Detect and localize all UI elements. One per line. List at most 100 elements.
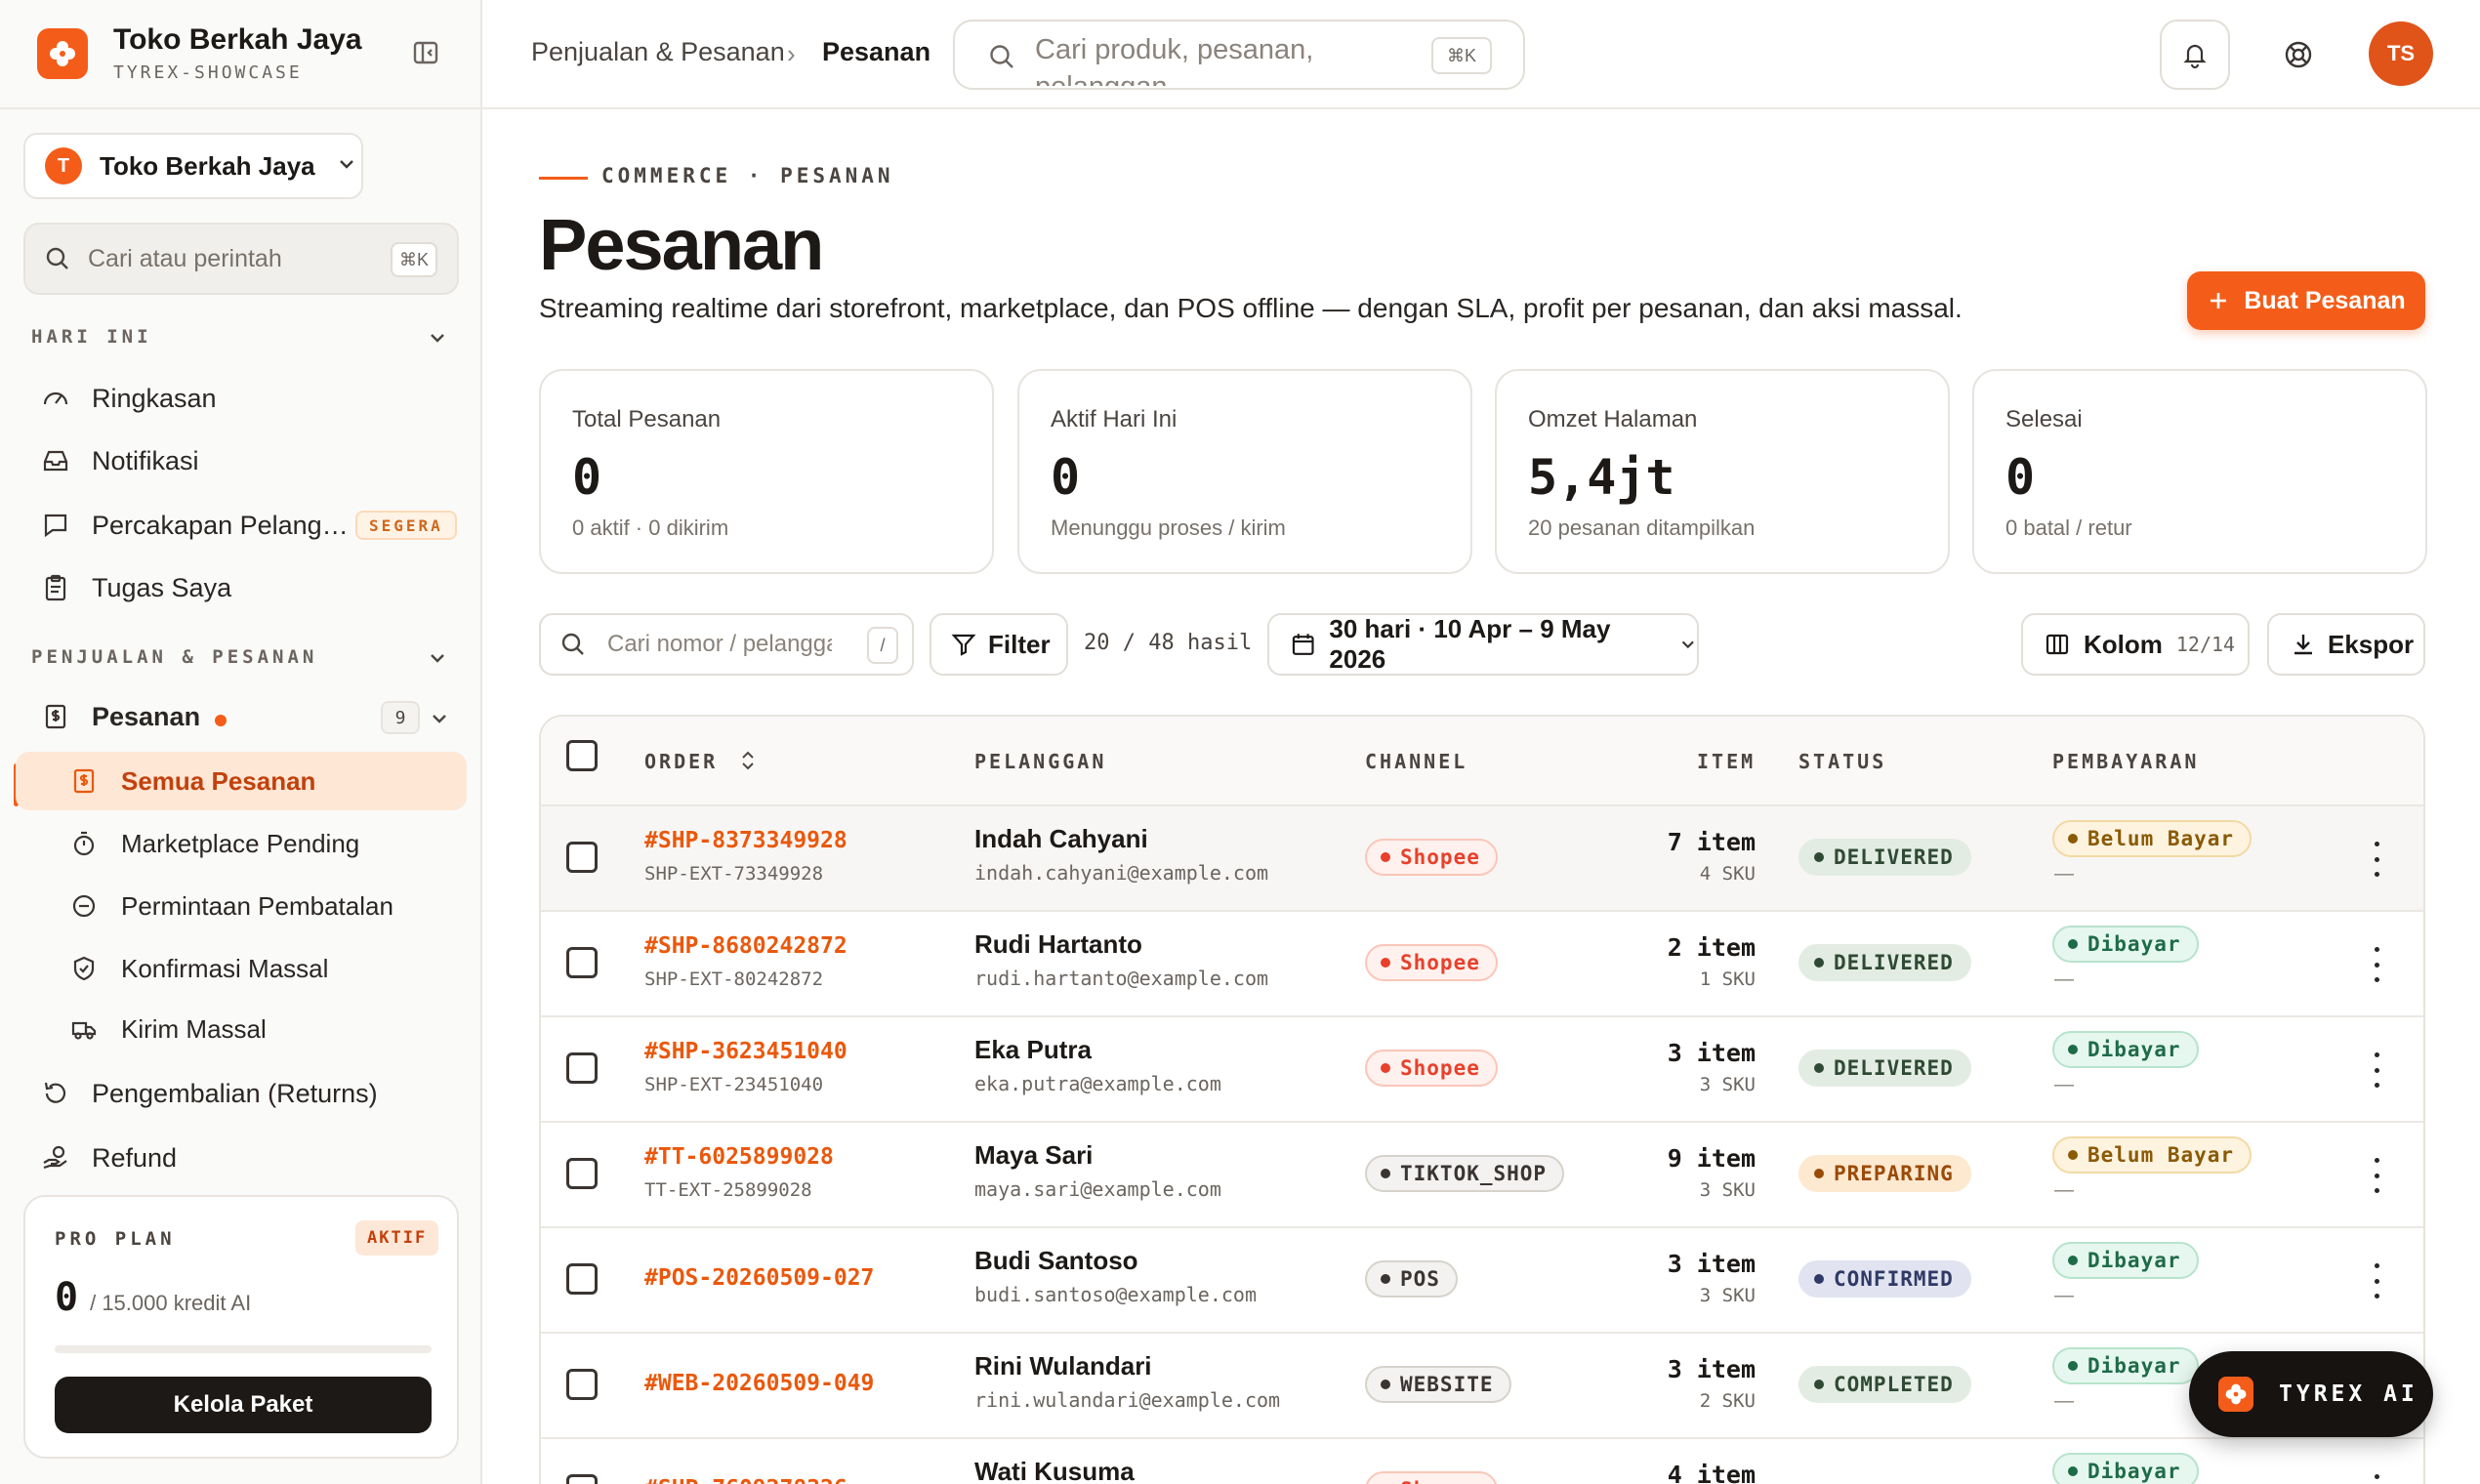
sidebar-item-pembatalan[interactable]: Permintaan Pembatalan	[16, 877, 467, 935]
chevron-down-icon[interactable]	[430, 709, 449, 733]
sidebar-search-input[interactable]: Cari atau perintah ⌘K	[23, 223, 459, 295]
status-badge: CONFIRMED	[1798, 1260, 1971, 1298]
sidebar-search-shortcut: ⌘K	[391, 242, 437, 277]
table-row[interactable]: #POS-20260509-027 Budi Santoso budi.santos…	[541, 1226, 2423, 1332]
brand-subtitle: TYREX-SHOWCASE	[113, 62, 303, 83]
create-order-button[interactable]: Buat Pesanan	[2187, 271, 2425, 330]
customer-name: Wati Kusuma	[974, 1457, 1135, 1484]
sort-icon	[742, 751, 754, 770]
sidebar-item-tugas[interactable]: Tugas Saya	[23, 558, 467, 617]
kpi-value: 5,4jt	[1528, 449, 1675, 506]
row-checkbox[interactable]	[566, 842, 598, 873]
brand-logo-icon[interactable]	[37, 28, 88, 79]
table-row[interactable]: #WEB-20260509-049 Rini Wulandari rini.wula…	[541, 1332, 2423, 1437]
row-checkbox[interactable]	[566, 1474, 598, 1484]
sidebar-item-label: Pesanan	[92, 701, 201, 731]
chevron-down-icon[interactable]	[428, 328, 447, 352]
kpi-label: Selesai	[2005, 406, 2083, 433]
status-dot	[1814, 852, 1824, 862]
kpi-card: Aktif Hari Ini 0 Menunggu proses / kirim	[1017, 369, 1472, 574]
status-dot	[2068, 1466, 2078, 1476]
channel-badge: WEBSITE	[1365, 1366, 1511, 1403]
kpi-value: 0	[572, 449, 602, 506]
row-actions-icon[interactable]	[2373, 1052, 2380, 1088]
order-search-shortcut: /	[867, 627, 898, 664]
status-dot	[2068, 1256, 2078, 1265]
sku-count: 4 SKU	[1699, 863, 1756, 885]
row-checkbox[interactable]	[566, 1052, 598, 1084]
chevron-down-icon[interactable]	[428, 648, 447, 673]
column-header-payment[interactable]: PEMBAYARAN	[2052, 750, 2199, 773]
order-search-input[interactable]: Cari nomor / pelanggan /	[539, 613, 914, 676]
filter-button[interactable]: Filter	[930, 613, 1068, 676]
order-number-link[interactable]: #SHP-3623451040	[644, 1039, 847, 1064]
sidebar-item-kirim-massal[interactable]: Kirim Massal	[16, 1000, 467, 1058]
sidebar-item-label: Semua Pesanan	[121, 765, 316, 796]
notifications-button[interactable]	[2160, 20, 2230, 90]
sku-count: 3 SKU	[1699, 1179, 1756, 1201]
table-row[interactable]: #SHP-8373349928 SHP-EXT-73349928 Indah Cah…	[541, 804, 2423, 910]
user-avatar[interactable]: TS	[2369, 21, 2433, 86]
order-number-link[interactable]: #SHP-8680242872	[644, 933, 847, 959]
sidebar-item-marketplace-pending[interactable]: Marketplace Pending	[16, 814, 467, 873]
global-search-input[interactable]: Cari produk, pesanan, pelanggan... ⌘K	[953, 20, 1525, 90]
table-row[interactable]: #SHP-3623451040 SHP-EXT-23451040 Eka Putra…	[541, 1015, 2423, 1121]
row-checkbox[interactable]	[566, 947, 598, 978]
collapse-sidebar-icon[interactable]	[412, 39, 441, 68]
customer-name: Rini Wulandari	[974, 1351, 1152, 1381]
order-number-link[interactable]: #TT-6025899028	[644, 1144, 834, 1170]
kpi-value: 0	[1051, 449, 1081, 506]
store-selector[interactable]: T Toko Berkah Jaya	[23, 133, 363, 199]
status-dot	[2068, 1045, 2078, 1054]
customer-name: Rudi Hartanto	[974, 929, 1142, 959]
kpi-value: 0	[2005, 449, 2036, 506]
row-actions-icon[interactable]	[2373, 1158, 2380, 1193]
plan-usage-bar	[55, 1345, 432, 1353]
payment-badge: Dibayar	[2052, 1453, 2199, 1484]
row-checkbox[interactable]	[566, 1158, 598, 1189]
row-actions-icon[interactable]	[2373, 947, 2380, 982]
sidebar-item-returns[interactable]: Pengembalian (Returns)	[23, 1064, 467, 1123]
row-checkbox[interactable]	[566, 1369, 598, 1400]
status-dot	[1814, 1169, 1824, 1178]
order-number-link[interactable]: #SHP-8373349928	[644, 828, 847, 853]
manage-plan-button[interactable]: Kelola Paket	[55, 1377, 432, 1433]
help-button[interactable]	[2263, 20, 2334, 90]
kpi-label: Aktif Hari Ini	[1051, 406, 1178, 433]
row-actions-icon[interactable]	[2373, 1474, 2380, 1484]
column-header-status[interactable]: STATUS	[1798, 750, 1886, 773]
column-header-customer[interactable]: PELANGGAN	[974, 750, 1106, 773]
item-count: 9 item	[1667, 1144, 1756, 1173]
order-number-link[interactable]: #SHP-7609278326	[644, 1476, 847, 1484]
channel-badge: Shopee	[1365, 944, 1498, 981]
order-number-link[interactable]: #WEB-20260509-049	[644, 1371, 874, 1396]
select-all-checkbox[interactable]	[566, 740, 598, 771]
breadcrumb-parent[interactable]: Penjualan & Pesanan	[531, 37, 785, 67]
kpi-label: Omzet Halaman	[1528, 406, 1698, 433]
payment-note: —	[2054, 1285, 2074, 1306]
page-description: Streaming realtime dari storefront, mark…	[539, 293, 1963, 323]
column-header-item[interactable]: ITEM	[1697, 750, 1756, 773]
sidebar-item-semua-pesanan[interactable]: Semua Pesanan	[16, 752, 467, 810]
table-row[interactable]: #SHP-7609278326 Wati Kusuma Shopee 4 item Di…	[541, 1437, 2423, 1484]
columns-button[interactable]: Kolom 12/14	[2021, 613, 2250, 676]
download-icon	[2294, 635, 2312, 655]
table-row[interactable]: #SHP-8680242872 SHP-EXT-80242872 Rudi Hart…	[541, 910, 2423, 1015]
tyrex-ai-button[interactable]: TYREX AI	[2189, 1351, 2433, 1437]
row-actions-icon[interactable]	[2373, 1263, 2380, 1298]
order-number-link[interactable]: #POS-20260509-027	[644, 1265, 874, 1291]
row-checkbox[interactable]	[566, 1263, 598, 1295]
export-button[interactable]: Ekspor	[2267, 613, 2425, 676]
truck-icon	[71, 1021, 97, 1040]
inbox-icon	[43, 450, 68, 472]
date-range-picker[interactable]: 30 hari · 10 Apr – 9 May 2026	[1267, 613, 1699, 676]
table-row[interactable]: #TT-6025899028 TT-EXT-25899028 Maya Sari ma…	[541, 1121, 2423, 1226]
column-header-channel[interactable]: CHANNEL	[1365, 750, 1467, 773]
sidebar-item-konfirmasi-massal[interactable]: Konfirmasi Massal	[16, 939, 467, 998]
row-actions-icon[interactable]	[2373, 842, 2380, 877]
sidebar-item-ringkasan[interactable]: Ringkasan	[23, 369, 467, 428]
status-badge: COMPLETED	[1798, 1366, 1971, 1403]
sidebar-item-notifikasi[interactable]: Notifikasi	[23, 432, 467, 490]
column-header-order[interactable]: ORDER	[644, 750, 756, 773]
sidebar-item-refund[interactable]: Refund	[23, 1129, 467, 1187]
